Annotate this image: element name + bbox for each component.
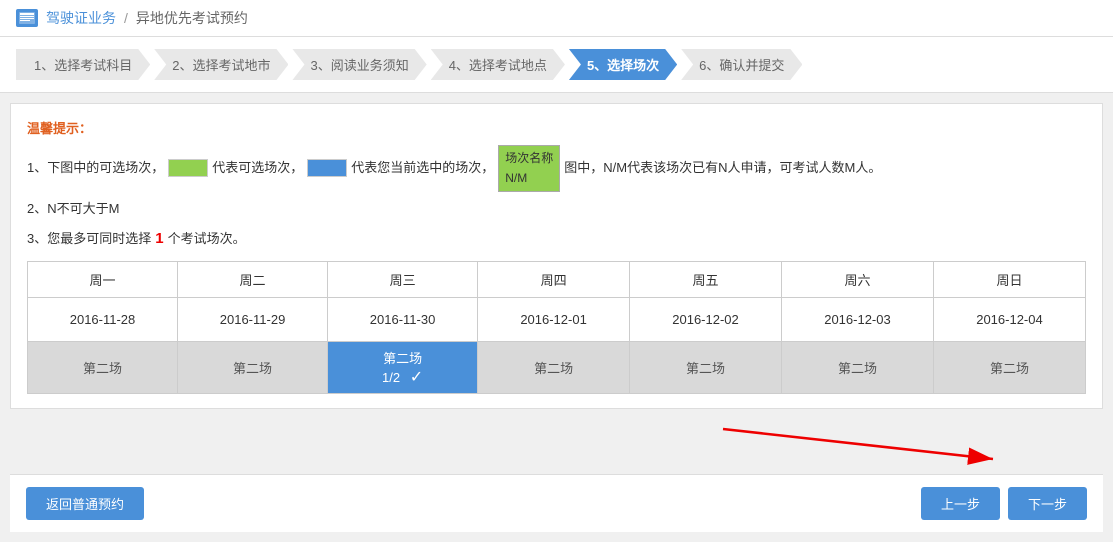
table-header-row: 周一周二周三周四周五周六周日: [28, 262, 1086, 298]
step-step1[interactable]: 1、选择考试科目: [16, 49, 150, 80]
date-cell: 2016-12-04: [933, 298, 1085, 342]
schedule-table: 周一周二周三周四周五周六周日 2016-11-282016-11-292016-…: [27, 261, 1086, 394]
main-content: 温馨提示： 1、下图中的可选场次， 代表可选场次， 代表您当前选中的场次， 场次…: [10, 103, 1103, 409]
step-step2[interactable]: 2、选择考试地市: [154, 49, 288, 80]
field-tag: 场次名称N/M: [498, 145, 560, 192]
session-row: 第二场第二场第二场1/2 ✓第二场第二场第二场第二场: [28, 342, 1086, 394]
col-header: 周二: [178, 262, 328, 298]
warn-item-3: 3、您最多可同时选择 1 个考试场次。: [27, 226, 1086, 252]
steps-bar: 1、选择考试科目2、选择考试地市3、阅读业务须知4、选择考试地点5、选择场次6、…: [0, 37, 1113, 93]
arrow-area: [10, 419, 1103, 474]
warn-item-1: 1、下图中的可选场次， 代表可选场次， 代表您当前选中的场次， 场次名称N/M …: [27, 145, 1086, 192]
warn3-post: 个考试场次。: [168, 228, 246, 250]
color-green: [168, 159, 208, 177]
col-header: 周六: [782, 262, 934, 298]
session-cell: 第二场: [478, 342, 630, 394]
step-step6[interactable]: 6、确认并提交: [681, 49, 802, 80]
session-cell: 第二场: [28, 342, 178, 394]
header-title: 驾驶证业务: [46, 8, 116, 28]
warn1-post: 图中，N/M代表该场次已有N人申请，可考试人数M人。: [564, 157, 881, 179]
date-row: 2016-11-282016-11-292016-11-302016-12-01…: [28, 298, 1086, 342]
date-cell: 2016-11-28: [28, 298, 178, 342]
date-cell: 2016-12-01: [478, 298, 630, 342]
warn3-pre: 3、您最多可同时选择: [27, 228, 151, 250]
next-button[interactable]: 下一步: [1008, 487, 1087, 520]
session-cell: 第二场: [178, 342, 328, 394]
date-cell: 2016-12-03: [782, 298, 934, 342]
warn-item-2: 2、N不可大于M: [27, 198, 1086, 220]
header-separator: /: [124, 10, 128, 26]
col-header: 周五: [630, 262, 782, 298]
header-icon: [16, 9, 38, 27]
color-blue: [307, 159, 347, 177]
session-cell[interactable]: 第二场1/2 ✓: [328, 342, 478, 394]
warn-title: 温馨提示：: [27, 118, 1086, 137]
col-header: 周四: [478, 262, 630, 298]
session-cell: 第二场: [630, 342, 782, 394]
col-header: 周日: [933, 262, 1085, 298]
date-cell: 2016-12-02: [630, 298, 782, 342]
session-cell: 第二场: [933, 342, 1085, 394]
footer: 返回普通预约 上一步 下一步: [10, 474, 1103, 532]
warn1-mid: 代表可选场次，: [212, 157, 303, 179]
step-step5[interactable]: 5、选择场次: [569, 49, 677, 80]
warn2-text: 2、N不可大于M: [27, 198, 119, 220]
warn3-num: 1: [155, 226, 163, 252]
session-cell: 第二场: [782, 342, 934, 394]
step-step3[interactable]: 3、阅读业务须知: [292, 49, 426, 80]
prev-button[interactable]: 上一步: [921, 487, 1000, 520]
date-cell: 2016-11-30: [328, 298, 478, 342]
footer-right: 上一步 下一步: [921, 487, 1087, 520]
step-step4[interactable]: 4、选择考试地点: [431, 49, 565, 80]
red-arrow-svg: [703, 419, 1023, 469]
warn1-pre: 1、下图中的可选场次，: [27, 157, 164, 179]
header: 驾驶证业务 / 异地优先考试预约: [0, 0, 1113, 37]
date-cell: 2016-11-29: [178, 298, 328, 342]
return-button[interactable]: 返回普通预约: [26, 487, 144, 520]
warn1-mid2: 代表您当前选中的场次，: [351, 157, 494, 179]
header-subtitle: 异地优先考试预约: [136, 8, 248, 28]
col-header: 周三: [328, 262, 478, 298]
col-header: 周一: [28, 262, 178, 298]
